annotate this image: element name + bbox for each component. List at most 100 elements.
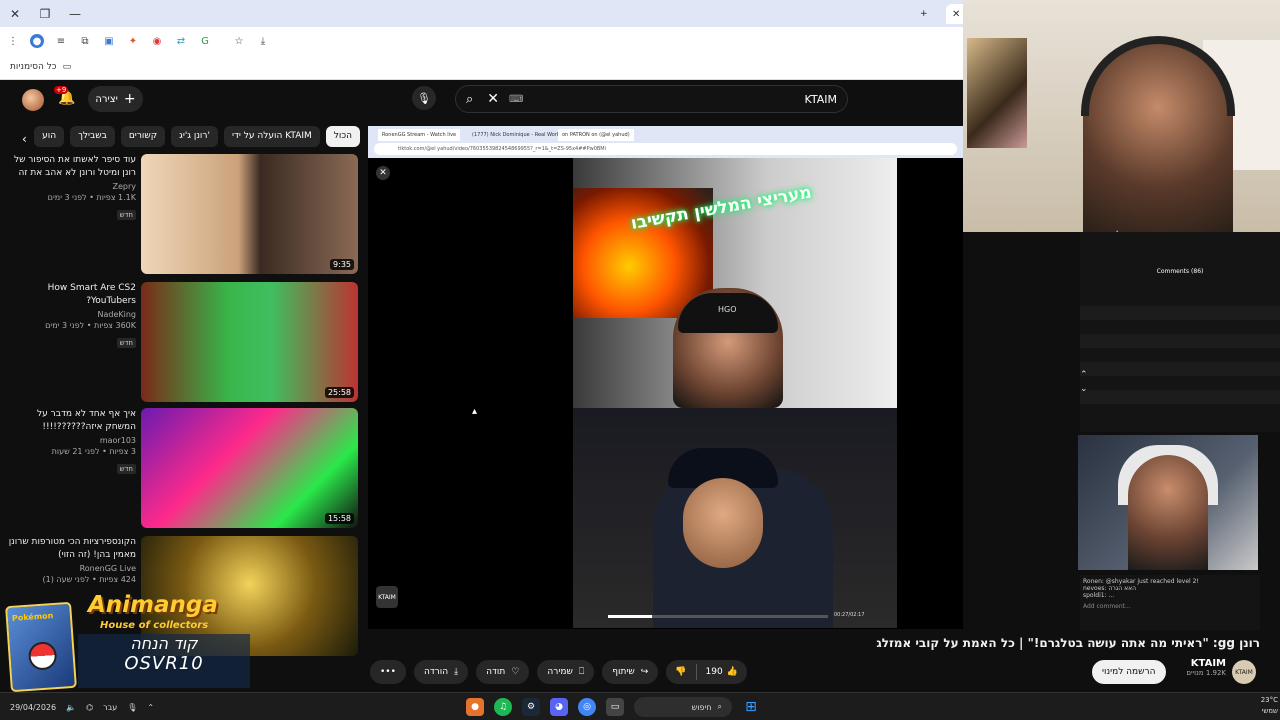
- extension-red-icon[interactable]: ◉: [150, 34, 164, 48]
- recommendation-item[interactable]: 15:58 איך אף אחד לא מדבר על המשחק איזה???…: [0, 408, 360, 528]
- filter-chip[interactable]: הועלה על ידי KTAIM: [223, 125, 320, 147]
- filter-chip[interactable]: הכול: [325, 125, 360, 147]
- keyboard-icon[interactable]: ⌨: [509, 94, 523, 105]
- mouse-cursor-icon: ▴: [472, 406, 478, 417]
- channel-name[interactable]: KTAIM: [1160, 658, 1226, 669]
- filter-chip[interactable]: בשבילך: [70, 125, 115, 147]
- translate-icon[interactable]: ⇄: [174, 34, 188, 48]
- task-view-icon[interactable]: ▭: [606, 698, 624, 716]
- video-channel[interactable]: Zepry: [6, 182, 136, 191]
- download-icon: ⤓: [454, 667, 459, 677]
- network-icon[interactable]: ⌬: [86, 703, 93, 712]
- extensions-icon[interactable]: ⧉: [78, 34, 92, 48]
- download-label: הורדה: [423, 667, 449, 677]
- share-button[interactable]: שיתוף ↪: [602, 660, 659, 684]
- mic-icon[interactable]: 🎙: [127, 703, 137, 712]
- video-title: רונן gg: "ראיתי מה אתה עושה בטלגרם!" | כ…: [876, 636, 1260, 650]
- comments-header: Comments (86): [1156, 268, 1204, 275]
- side-chat: Ronen: @shyakar just reached level 2! ne…: [1080, 575, 1260, 630]
- create-button[interactable]: יצירה +: [88, 86, 143, 112]
- video-channel[interactable]: maor103: [6, 436, 136, 445]
- discount-code: OSVR10: [124, 653, 204, 674]
- taskbar-date[interactable]: 29/04/2026: [10, 703, 56, 712]
- extension-blue-icon[interactable]: ▣: [102, 34, 116, 48]
- more-button[interactable]: •••: [370, 660, 406, 684]
- video-thumbnail[interactable]: 9:35: [141, 154, 358, 274]
- youtube-header: +9 🔔 יצירה + 🎙 ⌕ ✕ ⌨: [0, 80, 963, 120]
- save-button[interactable]: שמירה ⎕: [537, 660, 595, 684]
- channel-info[interactable]: KTAIM 1.92K מנויים: [1160, 658, 1226, 677]
- chevron-down-icon[interactable]: ⌄: [1080, 384, 1094, 394]
- menu-dots-icon[interactable]: ⋮: [6, 34, 20, 48]
- voice-search-button[interactable]: 🎙: [412, 86, 436, 110]
- search-icon[interactable]: ⌕: [466, 92, 473, 107]
- notifications-button[interactable]: +9 🔔: [54, 86, 78, 110]
- notifications-badge: +9: [54, 86, 69, 94]
- profile-icon[interactable]: ●: [30, 34, 44, 48]
- video-title[interactable]: הקונספירציות הכי מטורפות שרונן מאמין בהן…: [6, 536, 136, 562]
- video-channel[interactable]: NadeKing: [6, 310, 136, 319]
- video-stats: 1.1K צפיות • לפני 3 ימים: [47, 193, 136, 202]
- taskbar-search[interactable]: חיפוש ⌕: [634, 697, 732, 717]
- minimize-window-icon[interactable]: —: [60, 0, 90, 27]
- thanks-button[interactable]: תודה ♡: [476, 660, 530, 684]
- all-bookmarks-label[interactable]: כל הסימניות: [10, 62, 57, 72]
- inner-tab-3: on PATRON on (@el yahud): [558, 129, 634, 141]
- channel-avatar[interactable]: KTAIM: [1232, 660, 1256, 684]
- account-avatar[interactable]: [22, 89, 44, 111]
- video-stats: 424 צפיות • לפני שעה (1): [42, 575, 136, 584]
- video-thumbnail[interactable]: 25:58: [141, 282, 358, 402]
- dislike-button[interactable]: 👎: [666, 660, 695, 684]
- language-indicator[interactable]: עבר: [103, 703, 117, 712]
- app-icon-orange[interactable]: ●: [466, 698, 484, 716]
- discount-code-label: קוד הנחה: [130, 634, 198, 653]
- recommendation-item[interactable]: 9:35 עוד סיפר לאשתו את הסיפור של רונן ומי…: [0, 154, 360, 274]
- chrome-icon[interactable]: ◎: [578, 698, 596, 716]
- recommendation-item[interactable]: 25:58 How Smart Are CS2 YouTubers? NadeKin…: [0, 282, 360, 402]
- windows-taskbar: 29/04/2026 🔈 ⌬ עבר 🎙 ⌃ ● ♫ ⚙ ◕ ◎ ▭ חיפוש…: [0, 692, 1280, 720]
- search-icon: ⌕: [717, 702, 722, 711]
- chevron-up-icon[interactable]: ⌃: [1080, 370, 1094, 380]
- reading-list-icon[interactable]: ≡: [54, 34, 68, 48]
- close-window-icon[interactable]: ✕: [0, 0, 30, 27]
- steam-icon[interactable]: ⚙: [522, 698, 540, 716]
- save-label: שמירה: [547, 667, 573, 677]
- download-button[interactable]: הורדה ⤓: [413, 660, 469, 684]
- video-title[interactable]: עוד סיפר לאשתו את הסיפור של רונן ומיטל ו…: [6, 154, 136, 180]
- video-title[interactable]: How Smart Are CS2 YouTubers?: [6, 282, 136, 308]
- channel-subscribers: 1.92K מנויים: [1186, 669, 1226, 677]
- extension-orange-icon[interactable]: ✦: [126, 34, 140, 48]
- video-thumbnail[interactable]: 15:58: [141, 408, 358, 528]
- discord-icon[interactable]: ◕: [550, 698, 568, 716]
- bookmark-icon: ⎕: [578, 667, 585, 677]
- new-badge: חדש: [116, 464, 136, 474]
- video-channel[interactable]: RonenGG Live: [6, 564, 136, 573]
- wall-art-image: [967, 38, 1027, 148]
- windows-start-icon[interactable]: ⊞: [742, 698, 760, 716]
- video-player[interactable]: RonenGG Stream - Watch live (1777) Nick …: [368, 126, 963, 629]
- install-app-icon[interactable]: ⤓: [256, 34, 270, 48]
- filter-chip[interactable]: קשורים: [120, 125, 166, 147]
- new-tab-button[interactable]: +: [914, 4, 934, 24]
- restore-window-icon[interactable]: ❐: [30, 0, 60, 27]
- filter-chip[interactable]: הוע: [34, 125, 65, 147]
- close-tab-icon[interactable]: ✕: [952, 9, 960, 20]
- taskbar-apps: ● ♫ ⚙ ◕ ◎ ▭ חיפוש ⌕ ⊞: [466, 693, 760, 720]
- grammar-icon[interactable]: G: [198, 34, 212, 48]
- add-comment-field[interactable]: Add comment...: [1083, 603, 1257, 610]
- inner-progress-time: 00:27/02:17: [834, 612, 865, 618]
- tray-chevron-icon[interactable]: ⌃: [147, 703, 154, 712]
- spotify-icon[interactable]: ♫: [494, 698, 512, 716]
- subscribe-button[interactable]: הרשמה למינוי: [1092, 660, 1166, 684]
- video-duration: 15:58: [324, 513, 354, 524]
- video-title[interactable]: איך אף אחד לא מדבר על המשחק איזה??????!!…: [6, 408, 136, 434]
- search-input[interactable]: [531, 92, 837, 106]
- weather-widget[interactable]: 23°C שמשי: [1220, 695, 1278, 717]
- filter-chip[interactable]: רונן ג'יג': [171, 125, 218, 147]
- bookmark-star-icon[interactable]: ☆: [232, 34, 246, 48]
- volume-icon[interactable]: 🔈: [66, 703, 76, 712]
- clear-search-icon[interactable]: ✕: [487, 91, 499, 107]
- like-button[interactable]: 190 👍: [697, 660, 747, 684]
- search-box: ⌕ ✕ ⌨: [455, 85, 848, 113]
- comment-nav: ⌃ ⌄: [1080, 370, 1094, 394]
